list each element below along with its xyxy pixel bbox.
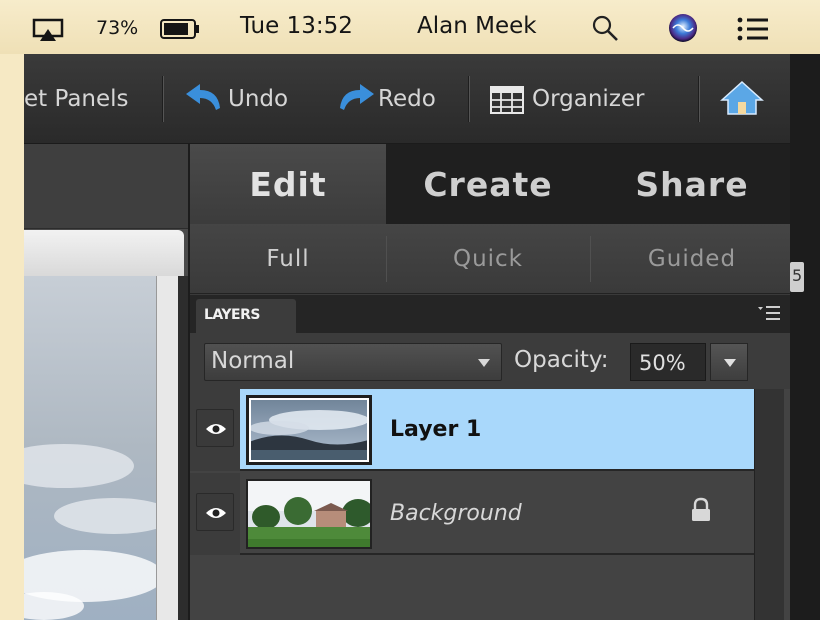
siri-icon[interactable]: [668, 13, 698, 43]
airplay-icon[interactable]: [32, 18, 64, 42]
layer-row[interactable]: Background: [190, 473, 754, 555]
redo-icon[interactable]: [334, 84, 376, 112]
toolbar-separator: [698, 76, 700, 122]
opacity-dropdown-button[interactable]: [710, 343, 748, 381]
subtab-separator: [386, 236, 387, 282]
toolbar: et Panels Undo Redo Organizer: [24, 54, 790, 144]
subtab-guided[interactable]: Guided: [594, 224, 790, 294]
layers-panel-tab[interactable]: LAYERS: [196, 299, 296, 333]
notification-center-icon[interactable]: [736, 16, 770, 42]
subtab-separator: [590, 236, 591, 282]
undo-button[interactable]: Undo: [228, 86, 288, 112]
opacity-field[interactable]: 50%: [630, 343, 706, 381]
cloud-thumbnail-image: [249, 398, 369, 462]
blend-mode-value: Normal: [211, 348, 295, 374]
edit-subtabs: Full Quick Guided: [190, 224, 790, 294]
undo-icon[interactable]: [184, 84, 226, 112]
tab-share[interactable]: Share: [594, 144, 790, 224]
panel-divider[interactable]: [178, 276, 188, 620]
visibility-toggle[interactable]: [196, 493, 234, 531]
image-canvas[interactable]: [24, 276, 156, 620]
subtab-full[interactable]: Full: [190, 224, 386, 294]
layers-panel-header: LAYERS: [190, 295, 790, 333]
toolbar-separator: [468, 76, 470, 122]
app-window: et Panels Undo Redo Organizer Edit Creat…: [24, 54, 790, 620]
lock-icon[interactable]: [688, 497, 714, 523]
sky-image: [24, 276, 156, 620]
chevron-down-icon: [478, 359, 490, 367]
layers-controls: Normal Opacity: 50%: [190, 333, 790, 389]
opacity-label: Opacity:: [514, 347, 609, 373]
tab-edit[interactable]: Edit: [190, 144, 386, 224]
layer-row[interactable]: Layer 1: [190, 389, 754, 471]
blend-mode-select[interactable]: Normal: [204, 343, 502, 381]
battery-percent[interactable]: 73%: [96, 17, 138, 39]
mode-tabs: Edit Create Share: [190, 144, 790, 224]
menu-bar: 73% Tue 13:52 Alan Meek: [0, 0, 820, 54]
layer-thumbnail[interactable]: [246, 395, 372, 465]
battery-icon[interactable]: [160, 19, 200, 39]
layer-name[interactable]: Background: [390, 501, 522, 526]
layers-scrollbar[interactable]: [754, 389, 784, 620]
organizer-button[interactable]: Organizer: [532, 86, 645, 112]
eye-icon: [206, 508, 226, 518]
redo-button[interactable]: Redo: [378, 86, 436, 112]
search-icon[interactable]: [590, 13, 620, 43]
landscape-thumbnail-image: [248, 481, 370, 547]
layers-list: Layer 1 Background: [190, 389, 790, 620]
right-panel: Edit Create Share Full Quick Guided LAYE…: [188, 144, 790, 620]
toolbar-separator: [162, 76, 164, 122]
panel-menu-icon[interactable]: [758, 303, 782, 323]
canvas-area: [24, 144, 188, 620]
subtab-quick[interactable]: Quick: [390, 224, 586, 294]
desktop-edge: [790, 54, 820, 620]
reset-panels-button[interactable]: et Panels: [24, 86, 129, 112]
visibility-toggle[interactable]: [196, 409, 234, 447]
document-tab[interactable]: [24, 230, 184, 276]
menubar-user[interactable]: Alan Meek: [417, 13, 537, 39]
edge-badge: 5: [790, 262, 804, 292]
home-icon[interactable]: [720, 80, 764, 116]
eye-icon: [206, 424, 226, 434]
chevron-down-icon: [724, 359, 736, 367]
organizer-icon[interactable]: [490, 86, 524, 114]
canvas-options-bar: [24, 144, 188, 229]
layer-name[interactable]: Layer 1: [390, 417, 481, 442]
layer-thumbnail[interactable]: [246, 479, 372, 549]
tab-create[interactable]: Create: [390, 144, 586, 224]
canvas-scrollbar[interactable]: [156, 276, 178, 620]
menubar-clock[interactable]: Tue 13:52: [240, 13, 353, 39]
